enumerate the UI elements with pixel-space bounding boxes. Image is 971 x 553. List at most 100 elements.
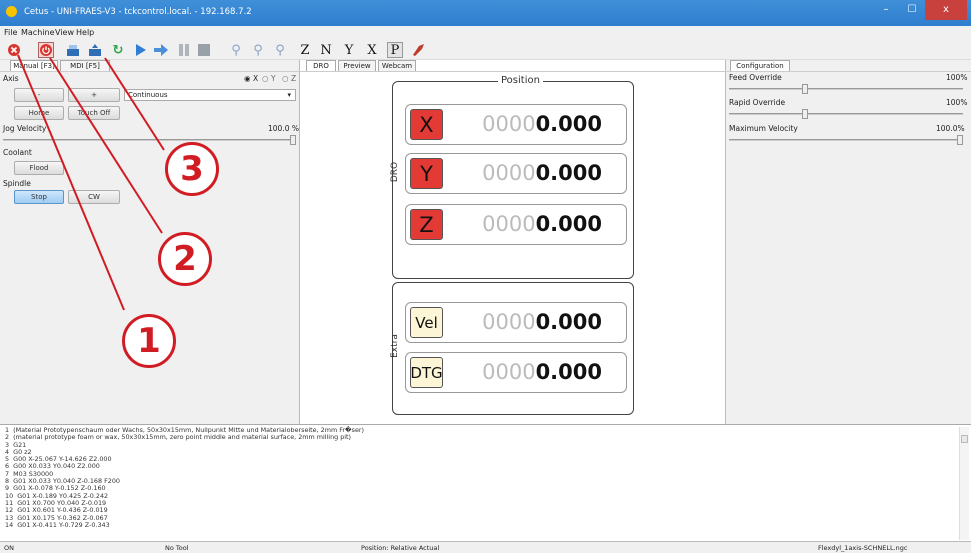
dro-x: X 00000.000 (405, 104, 627, 145)
jog-velocity-slider[interactable] (3, 135, 296, 145)
tab-configuration[interactable]: Configuration (730, 60, 790, 71)
dro-z-value: 00000.000 (482, 212, 602, 236)
flood-button[interactable]: Flood (14, 161, 64, 175)
right-panel: Configuration Feed Override 100% Rapid O… (726, 60, 971, 424)
dro-z-badge[interactable]: Z (410, 209, 443, 240)
axis-x-label: X (252, 74, 259, 83)
dro-y-badge[interactable]: Y (410, 158, 443, 189)
callout-2: 2 (158, 232, 212, 286)
dro-vertical-label: DRO (390, 161, 401, 183)
jog-minus-button[interactable]: - (14, 88, 64, 102)
view-p-button[interactable]: P (387, 42, 403, 58)
gcode-lines: 1 (Material Prototypenschaum oder Wachs,… (5, 426, 364, 529)
spindle-cw-button[interactable]: CW (68, 190, 120, 204)
status-position: Position: Relative Actual (361, 544, 440, 552)
maximize-button[interactable]: ☐ (899, 0, 925, 20)
position-title: Position (498, 75, 543, 86)
view-n-button[interactable]: N (318, 42, 334, 58)
dro-vel-digits: 0.000 (535, 310, 602, 334)
jog-mode-select[interactable]: Continuous ▾ (124, 89, 296, 101)
power-icon[interactable] (38, 42, 54, 58)
tab-preview[interactable]: Preview (338, 60, 376, 71)
callout-1: 1 (122, 314, 176, 368)
run-icon[interactable] (133, 42, 149, 58)
menu-view[interactable]: View (55, 28, 74, 37)
view-z-button[interactable]: Z (297, 42, 313, 58)
slider-thumb[interactable] (801, 84, 808, 94)
view-y-button[interactable]: Y (341, 42, 357, 58)
open-file-icon[interactable] (87, 42, 103, 58)
reload-icon[interactable]: ↻ (110, 42, 126, 58)
jog-mode-value: Continuous (128, 91, 168, 99)
spindle-label: Spindle (3, 179, 31, 188)
home-button[interactable]: Home (14, 106, 64, 120)
rapid-override-value: 100% (946, 98, 968, 107)
slider-thumb[interactable] (801, 109, 808, 119)
left-panel: Manual [F3] MDI [F5] Axis ◉ X ○ Y ○ Z - … (0, 60, 300, 424)
slider-thumb[interactable] (957, 135, 963, 145)
tab-dro[interactable]: DRO (306, 60, 336, 71)
gcode-viewer[interactable]: 1 (Material Prototypenschaum oder Wachs,… (0, 424, 971, 541)
close-window-button[interactable]: x (925, 0, 967, 20)
status-bar: ON No Tool Position: Relative Actual Fle… (0, 541, 971, 553)
menu-machine[interactable]: Machine (21, 28, 55, 37)
estop-icon[interactable] (6, 42, 22, 58)
dro-vel-badge: Vel (410, 307, 443, 338)
dro-dtg-badge: DTG (410, 357, 443, 388)
menu-help[interactable]: Help (76, 28, 94, 37)
zoom-fit-icon[interactable]: ⚲ (272, 42, 288, 58)
pause-icon[interactable] (176, 42, 192, 58)
title-bar: Cetus - UNI-FRAES-V3 - tckcontrol.local.… (0, 0, 971, 26)
dro-z-lead: 0000 (482, 212, 536, 236)
axis-y-radio[interactable]: ○ Y (262, 74, 276, 83)
slider-track (729, 113, 963, 115)
center-panel: DRO Preview Webcam Position DRO X 00000.… (300, 60, 726, 424)
view-x-button[interactable]: X (364, 42, 380, 58)
dro-vel-lead: 0000 (482, 310, 536, 334)
dro-dtg: DTG 00000.000 (405, 352, 627, 393)
chevron-down-icon: ▾ (287, 91, 291, 99)
feed-override-label: Feed Override (729, 73, 782, 82)
dro-z-digits: 0.000 (535, 212, 602, 236)
slider-track (3, 139, 296, 141)
slider-thumb[interactable] (290, 135, 296, 145)
tab-webcam[interactable]: Webcam (378, 60, 416, 71)
save-icon[interactable] (65, 42, 81, 58)
minimize-button[interactable]: – (873, 0, 899, 20)
toolbar: ↻ ⚲ ⚲ ⚲ Z N Y X P (0, 40, 971, 60)
feed-override-slider[interactable] (729, 84, 963, 94)
tab-manual[interactable]: Manual [F3] (10, 60, 58, 71)
dro-x-digits: 0.000 (535, 112, 602, 136)
dro-x-badge[interactable]: X (410, 109, 443, 140)
jog-velocity-label: Jog Velocity (3, 124, 47, 133)
dro-x-value: 00000.000 (482, 112, 602, 136)
zoom-out-icon[interactable]: ⚲ (250, 42, 266, 58)
axis-x-radio[interactable]: ◉ X (244, 74, 258, 83)
spindle-stop-button[interactable]: Stop (14, 190, 64, 204)
step-icon[interactable] (153, 42, 169, 58)
max-velocity-slider[interactable] (729, 135, 963, 145)
max-velocity-value: 100.0% (936, 124, 965, 133)
rapid-override-slider[interactable] (729, 109, 963, 119)
scrollbar-thumb[interactable] (961, 435, 968, 443)
jog-plus-button[interactable]: + (68, 88, 120, 102)
stop-icon[interactable] (196, 42, 212, 58)
clear-plot-icon[interactable] (411, 42, 427, 58)
extra-frame: Extra Vel 00000.000 DTG 00000.000 (390, 282, 634, 415)
max-velocity-label: Maximum Velocity (729, 124, 798, 133)
slider-track (729, 139, 963, 141)
dro-y-lead: 0000 (482, 161, 536, 185)
dro-y-value: 00000.000 (482, 161, 602, 185)
dro-y: Y 00000.000 (405, 153, 627, 194)
tab-divider (726, 71, 971, 72)
gcode-scrollbar[interactable] (959, 427, 969, 540)
zoom-in-icon[interactable]: ⚲ (228, 42, 244, 58)
dro-dtg-digits: 0.000 (535, 360, 602, 384)
tab-divider (300, 71, 726, 72)
menu-file[interactable]: File (4, 28, 17, 37)
axis-z-radio[interactable]: ○ Z (282, 74, 296, 83)
touch-off-button[interactable]: Touch Off (68, 106, 120, 120)
axis-z-label: Z (290, 74, 297, 83)
app-logo-icon (6, 6, 17, 17)
tab-mdi[interactable]: MDI [F5] (60, 60, 110, 71)
